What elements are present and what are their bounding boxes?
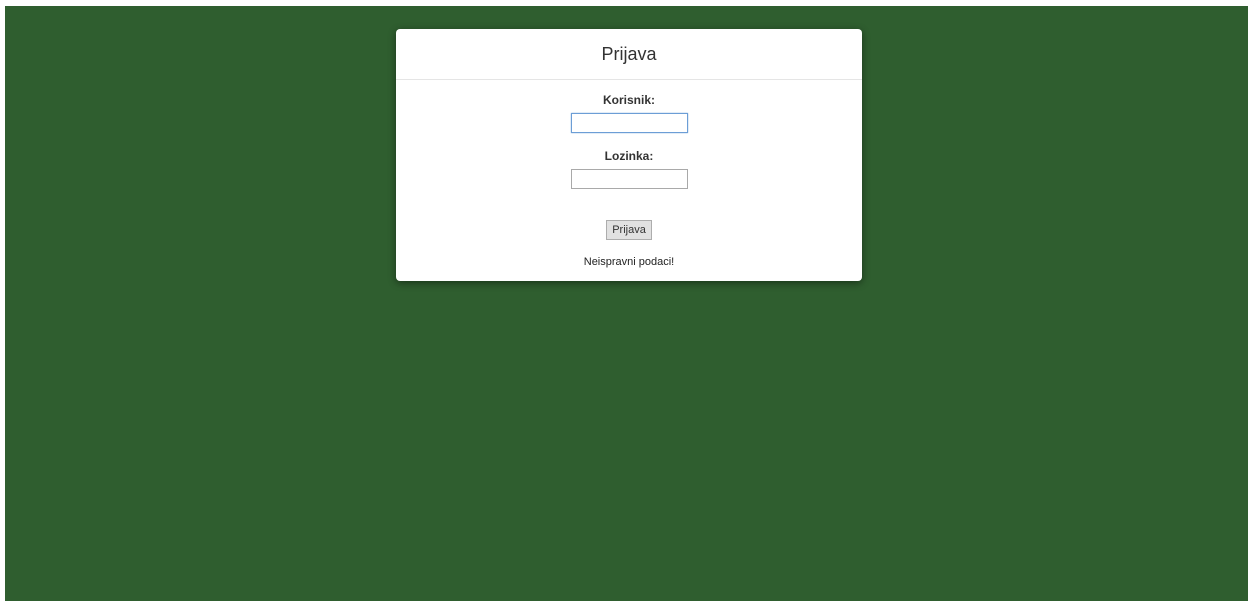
login-modal: Prijava Korisnik: Lozinka: Prijava Neisp…: [396, 29, 862, 281]
page-background: D A Prijava Korisnik: Lozinka: Prijava N…: [5, 6, 1248, 601]
modal-title: Prijava: [601, 43, 657, 64]
login-button[interactable]: Prijava: [606, 220, 652, 240]
username-label: Korisnik:: [602, 93, 655, 107]
password-label: Lozinka:: [604, 149, 654, 163]
username-input[interactable]: [570, 113, 688, 133]
login-form: Korisnik: Lozinka: Prijava Neispravni po…: [396, 93, 862, 268]
error-message: Neispravni podaci!: [583, 256, 675, 268]
password-input[interactable]: [570, 169, 688, 189]
modal-header: Prijava: [396, 29, 862, 80]
